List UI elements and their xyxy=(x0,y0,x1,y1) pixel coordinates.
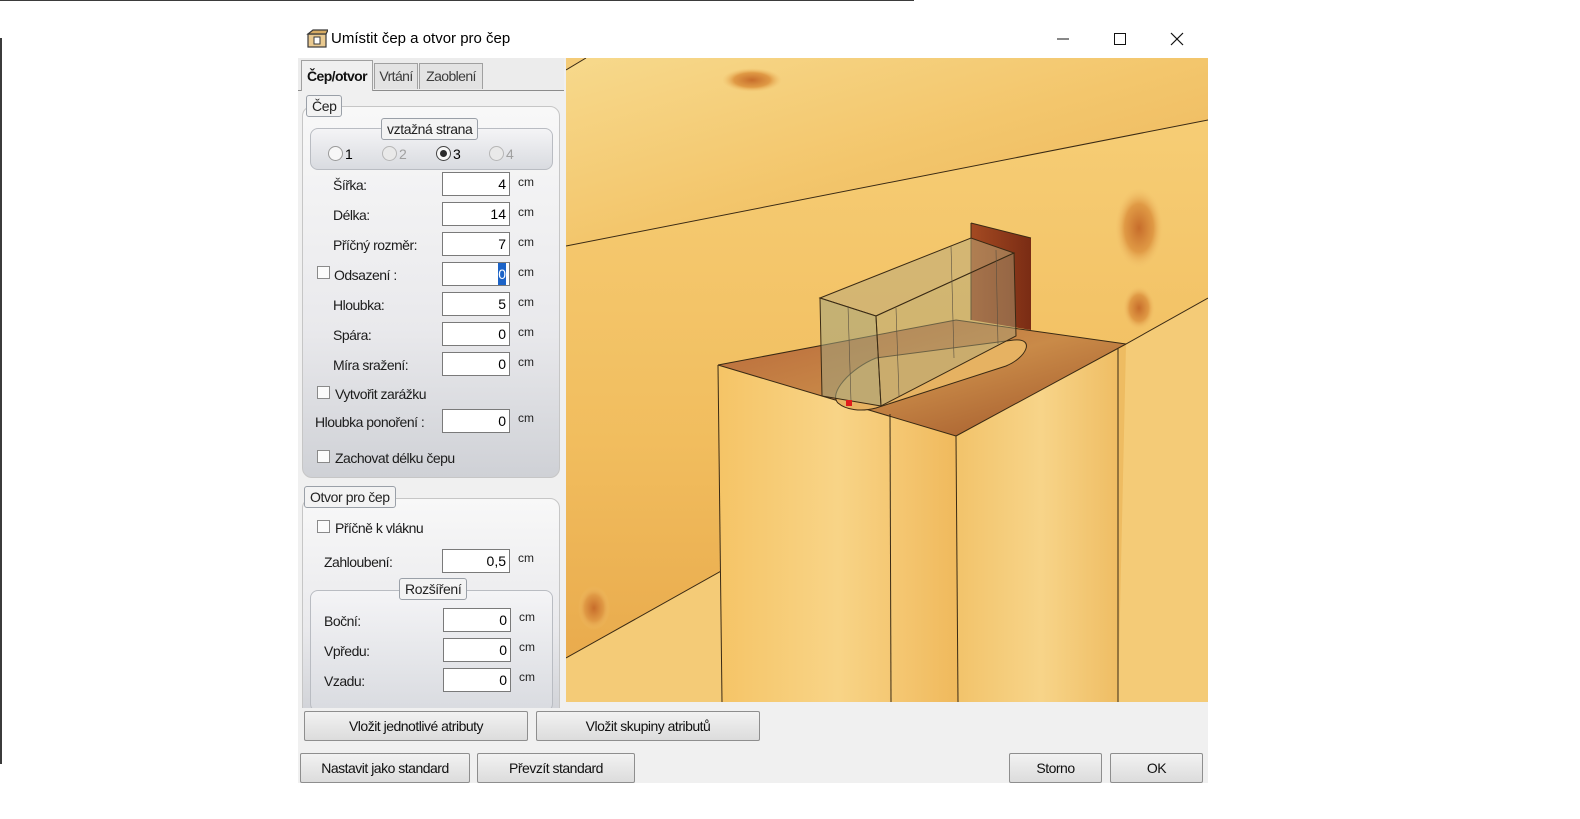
take-standard-button[interactable]: Převzít standard xyxy=(477,753,635,783)
dialog-window: Umístit čep a otvor pro čep Čep/otvor Vr… xyxy=(298,20,1208,783)
gap-label: Spára: xyxy=(333,327,372,343)
properties-panel: Čep/otvor Vrtání Zaoblení Čep vztažná st… xyxy=(298,58,566,708)
side-label: Boční: xyxy=(324,613,361,629)
close-icon xyxy=(1170,32,1184,46)
chamfer-unit: cm xyxy=(518,355,534,369)
length-label: Délka: xyxy=(333,207,370,223)
background-left-line xyxy=(0,38,2,764)
window-title: Umístit čep a otvor pro čep xyxy=(331,30,511,47)
cross-grain-label: Příčně k vláknu xyxy=(335,520,424,536)
mortise-group-label: Otvor pro čep xyxy=(304,486,396,508)
offset-checkbox[interactable] xyxy=(317,266,330,279)
depth-input[interactable]: 5 xyxy=(442,292,510,316)
offset-label: Odsazení : xyxy=(334,267,397,283)
width-label: Šířka: xyxy=(333,177,367,193)
create-stop-label: Vytvořit zarážku xyxy=(335,386,427,402)
tenon-group-label: Čep xyxy=(306,95,343,117)
mortise-tenon-app-icon xyxy=(306,29,328,48)
keep-length-checkbox[interactable] xyxy=(317,450,330,463)
length-unit: cm xyxy=(518,205,534,219)
title-bar[interactable]: Umístit čep a otvor pro čep xyxy=(298,20,1208,58)
reference-side-label: vztažná strana xyxy=(381,118,479,140)
3d-preview-viewport[interactable] xyxy=(566,58,1208,702)
back-unit: cm xyxy=(519,670,535,684)
close-button[interactable] xyxy=(1148,20,1206,58)
cross-dimension-unit: cm xyxy=(518,235,534,249)
cancel-button[interactable]: Storno xyxy=(1009,753,1102,783)
recess-input[interactable]: 0,5 xyxy=(442,549,510,573)
side-unit: cm xyxy=(519,610,535,624)
chamfer-input[interactable]: 0 xyxy=(442,352,510,376)
maximize-icon xyxy=(1114,33,1126,45)
gap-unit: cm xyxy=(518,325,534,339)
minimize-icon xyxy=(1057,38,1069,40)
front-label: Vpředu: xyxy=(324,643,370,659)
insert-single-attributes-button[interactable]: Vložit jednotlivé atributy xyxy=(304,711,528,741)
3d-preview-scene xyxy=(566,58,1208,702)
tab-drilling[interactable]: Vrtání xyxy=(374,63,418,89)
recess-unit: cm xyxy=(518,551,534,565)
depth-unit: cm xyxy=(518,295,534,309)
back-input[interactable]: 0 xyxy=(443,668,511,692)
immersion-depth-unit: cm xyxy=(518,411,534,425)
recess-label: Zahloubení: xyxy=(324,554,393,570)
set-as-standard-button[interactable]: Nastavit jako standard xyxy=(300,753,470,783)
length-input[interactable]: 14 xyxy=(442,202,510,226)
cross-dimension-label: Příčný rozměr: xyxy=(333,237,418,253)
cross-grain-checkbox[interactable] xyxy=(317,520,330,533)
tab-tenon-mortise[interactable]: Čep/otvor xyxy=(301,60,373,91)
front-input[interactable]: 0 xyxy=(443,638,511,662)
front-unit: cm xyxy=(519,640,535,654)
background-top-line xyxy=(0,0,914,1)
offset-value-selected: 0 xyxy=(498,263,506,285)
immersion-depth-label: Hloubka ponoření : xyxy=(315,414,425,430)
ok-button[interactable]: OK xyxy=(1110,753,1203,783)
reference-point-marker xyxy=(846,400,852,406)
gap-input[interactable]: 0 xyxy=(442,322,510,346)
width-input[interactable]: 4 xyxy=(442,172,510,196)
create-stop-checkbox[interactable] xyxy=(317,386,330,399)
side-input[interactable]: 0 xyxy=(443,608,511,632)
back-label: Vzadu: xyxy=(324,673,365,689)
keep-length-label: Zachovat délku čepu xyxy=(335,450,455,466)
chamfer-label: Míra sražení: xyxy=(333,357,409,373)
tab-bar: Čep/otvor Vrtání Zaoblení xyxy=(298,58,564,91)
offset-input[interactable]: 0 xyxy=(442,262,510,286)
maximize-button[interactable] xyxy=(1091,20,1149,58)
width-unit: cm xyxy=(518,175,534,189)
immersion-depth-input[interactable]: 0 xyxy=(442,409,510,433)
minimize-button[interactable] xyxy=(1034,20,1092,58)
cross-dimension-input[interactable]: 7 xyxy=(442,232,510,256)
offset-unit: cm xyxy=(518,265,534,279)
insert-attribute-groups-button[interactable]: Vložit skupiny atributů xyxy=(536,711,760,741)
extension-label: Rozšíření xyxy=(399,578,468,600)
depth-label: Hloubka: xyxy=(333,297,385,313)
tab-rounding[interactable]: Zaoblení xyxy=(419,63,483,89)
